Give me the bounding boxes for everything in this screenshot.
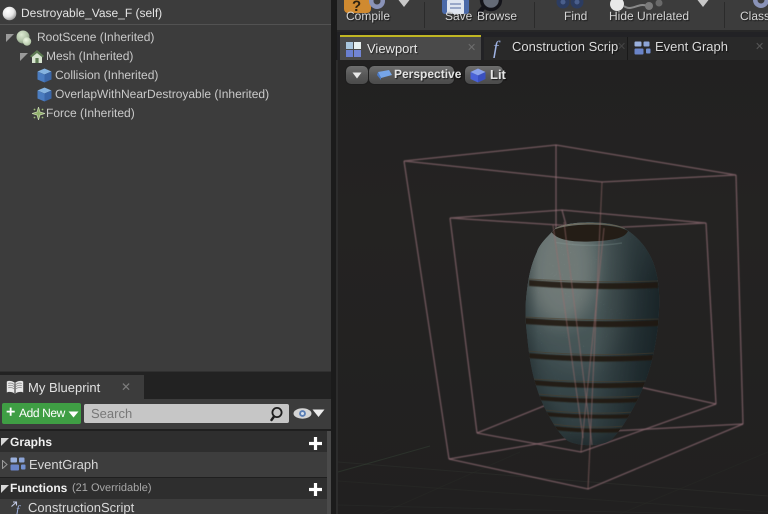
svg-text:f: f [493, 38, 501, 59]
